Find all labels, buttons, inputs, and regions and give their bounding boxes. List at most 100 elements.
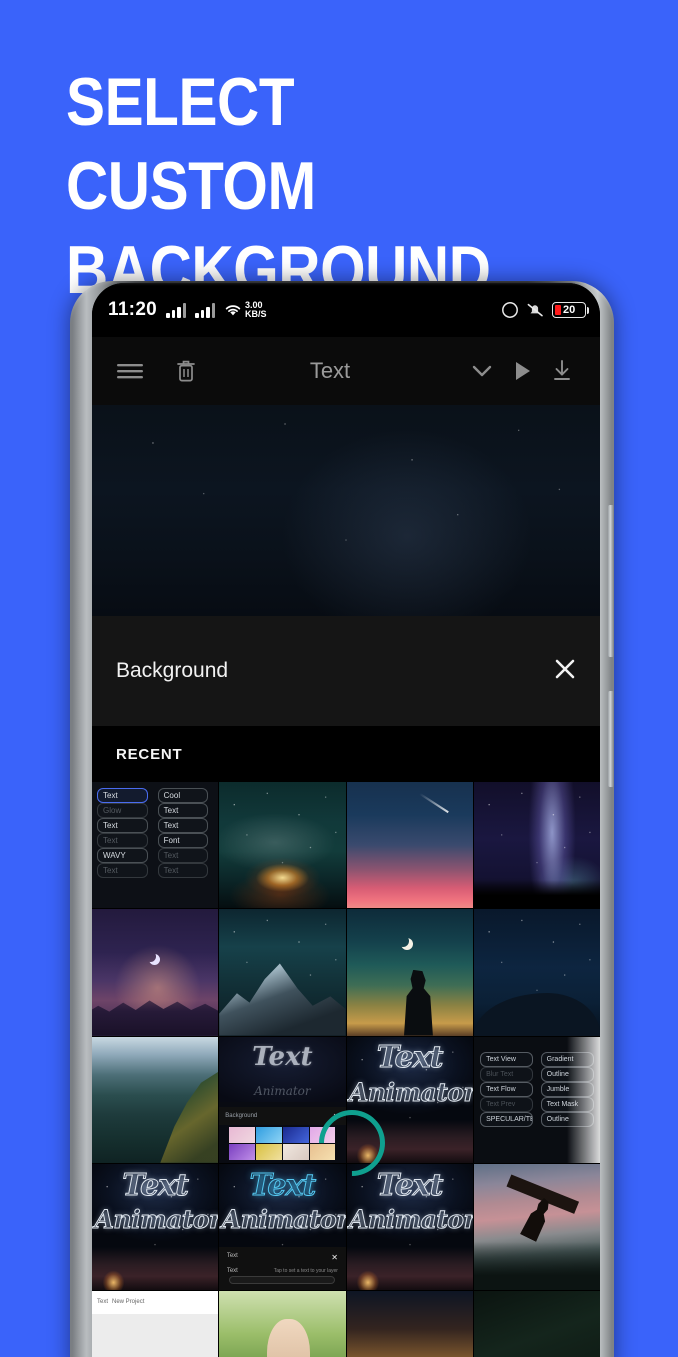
thumb-chip-label: Cool — [157, 788, 209, 804]
starfield-decoration — [473, 782, 600, 909]
thumbnail-font-chip-list-screenshot[interactable]: Text View Blur Text Text Flow Text Prev … — [473, 1036, 600, 1163]
thumbnail-text-style-chips-screenshot[interactable]: Text Glow Text Text WAVY Text Cool Text … — [92, 782, 219, 909]
thumb-tile — [229, 1127, 256, 1144]
moon-decoration — [145, 951, 156, 962]
fire-decoration — [354, 1264, 382, 1290]
thumb-tile — [256, 1127, 282, 1144]
thumb-chip-label: Text — [157, 863, 209, 879]
close-icon: ✕ — [331, 1253, 338, 1263]
thumb-tile — [282, 1144, 309, 1161]
close-icon[interactable] — [552, 656, 578, 687]
thumbnail-boy-silhouette-dusk[interactable] — [346, 909, 473, 1036]
thumbnail-text-animator-poster[interactable]: Text Animator — [92, 1163, 219, 1290]
background-sheet-header: Background — [92, 616, 600, 726]
poster-word-2: Animator — [349, 1078, 473, 1108]
thumb-bottom-sheet: Text ✕ Text Tap to set a text to your la… — [219, 1247, 346, 1290]
thumb-sub-word: Animator — [254, 1084, 311, 1099]
network-speed-unit: KB/S — [245, 309, 267, 319]
thumbnail-bright-app-screenshot[interactable]: Text New Project — [92, 1291, 219, 1357]
thumb-input-track — [229, 1276, 336, 1284]
thumb-chip-label: Font — [157, 833, 209, 849]
phone-mockup: 11:20 3.00 KB/S 20 Text Background RECEN… — [70, 281, 614, 1357]
thumb-chip-label: Blur Text — [480, 1066, 534, 1082]
thumb-chip-label: Text — [157, 818, 209, 834]
tab-recent[interactable]: RECENT — [116, 746, 182, 763]
page-title: Select Custom Background — [66, 64, 491, 308]
fire-decoration — [99, 1264, 128, 1290]
thumb-chip-label: Glow — [97, 803, 148, 819]
thumbnail-text-animator-poster[interactable]: Text Animator — [346, 1036, 473, 1163]
thumbnail-beach-sunset-photo[interactable] — [346, 1291, 473, 1357]
glare-decoration — [567, 1036, 600, 1163]
background-thumbnail-grid: Text Glow Text Text WAVY Text Cool Text … — [92, 782, 600, 1357]
thumbnail-person-sunset-photo[interactable] — [473, 1163, 600, 1290]
battery-level: 20 — [563, 304, 576, 316]
thumbnail-dusk-gradient-sky-photo[interactable] — [346, 782, 473, 909]
battery-icon: 20 — [552, 302, 589, 318]
promo-screenshot-page: Select Custom Background 11:20 3. — [0, 0, 678, 1357]
chevron-down-icon[interactable] — [462, 363, 502, 379]
signal-icon — [195, 302, 216, 318]
status-bar-right-icons: 20 — [501, 301, 589, 319]
network-speed: 3.00 KB/S — [245, 300, 267, 320]
thumb-body — [92, 1313, 219, 1357]
thumbnail-dark-forest-photo[interactable] — [473, 1291, 600, 1357]
status-bar-time: 11:20 — [108, 299, 158, 320]
thumb-toolbar: Text New Project — [92, 1291, 219, 1314]
fire-decoration — [354, 1137, 382, 1163]
editor-toolbar: Text — [92, 337, 600, 405]
thumbnail-snowy-mountain-night[interactable] — [219, 909, 346, 1036]
thumb-chip-label: Text Flow — [480, 1081, 534, 1097]
starfield-decoration — [219, 782, 346, 909]
thumbnail-lake-forest-photo[interactable] — [92, 1036, 219, 1163]
thumb-sheet-bar: Background ✕ — [219, 1107, 346, 1125]
thumb-tile — [282, 1127, 309, 1144]
signal-icon — [166, 302, 187, 318]
thumb-tile-grid — [229, 1127, 336, 1161]
thumb-sheet-row-hint: Tap to set a text to your layer — [273, 1267, 338, 1274]
battery-fill — [555, 305, 561, 315]
thumb-title-word: Text — [252, 1041, 313, 1072]
hamburger-menu-icon[interactable] — [110, 361, 150, 381]
thumb-tile — [309, 1144, 336, 1161]
thumbnail-milky-way-photo[interactable] — [473, 782, 600, 909]
dnd-icon — [502, 302, 518, 318]
sheet-title: Background — [116, 659, 229, 682]
canvas-preview[interactable] — [92, 405, 600, 616]
thumbnail-campfire-night-photo[interactable] — [219, 782, 346, 909]
thumbnail-dark-hill-night[interactable] — [473, 909, 600, 1036]
thumb-chip-label: Text — [97, 818, 148, 834]
ridge-decoration — [92, 1000, 219, 1036]
mute-icon — [527, 303, 543, 317]
close-icon: ✕ — [332, 1111, 340, 1121]
thumb-chip-label: SPECULAR/TEXT W — [480, 1111, 534, 1127]
thumbnail-text-animator-poster[interactable]: Text Animator — [346, 1163, 473, 1290]
silhouette-decoration — [404, 969, 433, 1036]
poster-word-2: Animator — [349, 1205, 473, 1235]
thumb-chip-label: Text — [157, 803, 209, 819]
thumb-label: New Project — [112, 1299, 145, 1306]
thumb-chip-label: WAVY — [97, 848, 148, 864]
thumb-sheet-label: Background — [225, 1113, 258, 1120]
play-icon[interactable] — [502, 359, 542, 383]
sheet-tabs: RECENT — [92, 726, 600, 782]
thumbnail-text-animator-poster-with-sheet[interactable]: Text Animator Text ✕ Text Tap to set a t… — [219, 1163, 346, 1290]
download-icon[interactable] — [542, 358, 582, 384]
thumb-chip-label: Text — [97, 788, 148, 804]
volume-rocker-button[interactable] — [608, 505, 614, 657]
thumbnail-purple-moon-landscape[interactable] — [92, 909, 219, 1036]
thumb-chip-label: Text View — [480, 1051, 534, 1067]
poster-word-1: Text — [249, 1167, 317, 1203]
poster-word-1: Text — [376, 1040, 444, 1076]
meteor-decoration — [419, 793, 449, 814]
toolbar-title[interactable]: Text — [198, 358, 462, 384]
power-button[interactable] — [608, 691, 614, 787]
thumbnail-green-portrait-photo[interactable] — [219, 1291, 346, 1357]
phone-screen: 11:20 3.00 KB/S 20 Text Background RECEN… — [92, 283, 600, 1357]
thumbnail-text-animator-app-screenshot[interactable]: Text Animator Background ✕ — [219, 1036, 346, 1163]
poster-word-1: Text — [376, 1167, 444, 1203]
thumb-chip-label: Text — [97, 833, 148, 849]
hill-decoration — [473, 992, 600, 1036]
thumb-label: Text — [97, 1299, 109, 1306]
mountain-decoration — [219, 963, 346, 1036]
